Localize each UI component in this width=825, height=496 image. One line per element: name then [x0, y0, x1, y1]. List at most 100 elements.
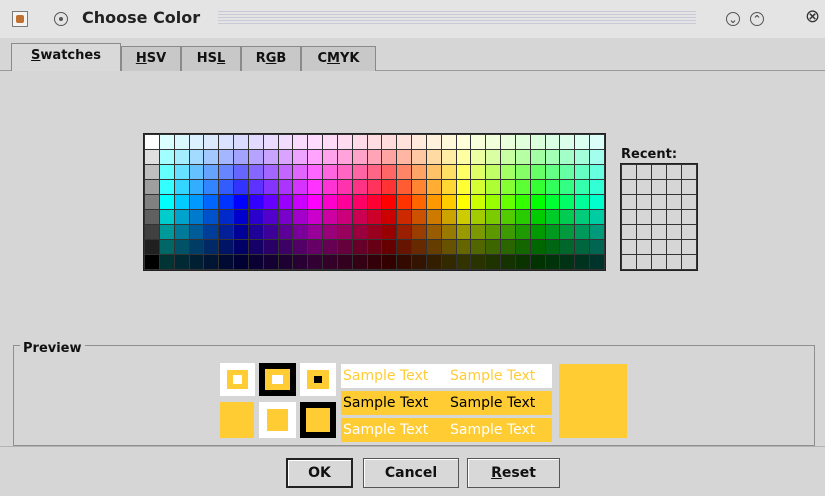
color-swatch[interactable]	[219, 240, 234, 254]
color-swatch[interactable]	[441, 195, 456, 209]
color-swatch[interactable]	[337, 195, 352, 209]
color-swatch[interactable]	[278, 195, 293, 209]
color-swatch[interactable]	[530, 225, 545, 239]
color-swatch[interactable]	[471, 240, 486, 254]
recent-swatch[interactable]	[682, 180, 696, 194]
color-swatch[interactable]	[575, 180, 590, 194]
color-swatch[interactable]	[367, 255, 382, 269]
color-swatch[interactable]	[159, 240, 174, 254]
color-swatch[interactable]	[189, 225, 204, 239]
color-swatch[interactable]	[367, 225, 382, 239]
color-swatch[interactable]	[382, 225, 397, 239]
java-app-icon[interactable]	[12, 11, 28, 27]
recent-swatch[interactable]	[637, 165, 651, 179]
recent-swatch[interactable]	[652, 225, 666, 239]
color-swatch[interactable]	[293, 150, 308, 164]
color-swatch[interactable]	[263, 180, 278, 194]
color-swatch[interactable]	[501, 165, 515, 179]
recent-swatch[interactable]	[652, 165, 666, 179]
recent-swatch[interactable]	[652, 255, 666, 269]
color-swatch[interactable]	[412, 180, 426, 194]
cancel-button[interactable]: Cancel	[363, 458, 459, 488]
recent-swatch[interactable]	[682, 165, 696, 179]
color-swatch[interactable]	[515, 255, 530, 269]
color-swatch[interactable]	[530, 210, 545, 224]
color-swatch[interactable]	[145, 135, 159, 149]
color-swatch[interactable]	[159, 150, 174, 164]
color-swatch[interactable]	[382, 180, 397, 194]
color-swatch[interactable]	[441, 240, 456, 254]
ok-button[interactable]: OK	[286, 458, 353, 488]
color-swatch[interactable]	[590, 225, 604, 239]
color-swatch[interactable]	[204, 210, 219, 224]
color-swatch[interactable]	[590, 210, 604, 224]
color-swatch[interactable]	[337, 180, 352, 194]
color-swatch[interactable]	[159, 195, 174, 209]
color-swatch[interactable]	[501, 150, 515, 164]
color-swatch[interactable]	[323, 225, 337, 239]
color-swatch[interactable]	[441, 180, 456, 194]
color-swatch[interactable]	[441, 210, 456, 224]
color-swatch[interactable]	[560, 135, 575, 149]
color-swatch[interactable]	[308, 180, 323, 194]
color-swatch[interactable]	[263, 210, 278, 224]
color-swatch[interactable]	[441, 150, 456, 164]
color-swatch[interactable]	[545, 135, 560, 149]
color-swatch[interactable]	[278, 225, 293, 239]
color-swatch[interactable]	[397, 240, 412, 254]
color-swatch[interactable]	[145, 210, 159, 224]
color-swatch[interactable]	[515, 165, 530, 179]
recent-swatch[interactable]	[652, 195, 666, 209]
color-swatch[interactable]	[412, 150, 426, 164]
recent-swatch[interactable]	[682, 195, 696, 209]
color-swatch[interactable]	[367, 210, 382, 224]
color-swatch[interactable]	[293, 210, 308, 224]
recent-swatch[interactable]	[637, 210, 651, 224]
color-swatch[interactable]	[501, 195, 515, 209]
recent-swatch[interactable]	[667, 225, 681, 239]
color-swatch[interactable]	[590, 180, 604, 194]
color-swatch[interactable]	[397, 165, 412, 179]
color-swatch[interactable]	[560, 180, 575, 194]
color-swatch[interactable]	[174, 150, 189, 164]
recent-swatch[interactable]	[667, 210, 681, 224]
color-swatch[interactable]	[189, 135, 204, 149]
color-swatch[interactable]	[278, 165, 293, 179]
color-swatch[interactable]	[560, 150, 575, 164]
color-swatch[interactable]	[515, 240, 530, 254]
color-swatch[interactable]	[367, 195, 382, 209]
color-swatch[interactable]	[456, 210, 471, 224]
color-swatch[interactable]	[412, 240, 426, 254]
color-swatch[interactable]	[545, 210, 560, 224]
color-swatch[interactable]	[441, 165, 456, 179]
color-swatch[interactable]	[575, 195, 590, 209]
color-swatch[interactable]	[145, 180, 159, 194]
color-swatch[interactable]	[515, 135, 530, 149]
color-swatch[interactable]	[189, 180, 204, 194]
color-swatch[interactable]	[234, 150, 248, 164]
recent-swatch[interactable]	[637, 225, 651, 239]
color-swatch[interactable]	[426, 225, 441, 239]
recent-swatch[interactable]	[652, 240, 666, 254]
color-swatch[interactable]	[204, 180, 219, 194]
color-swatch[interactable]	[382, 255, 397, 269]
color-swatch[interactable]	[204, 255, 219, 269]
color-swatch[interactable]	[352, 195, 367, 209]
color-swatch[interactable]	[323, 135, 337, 149]
color-swatch[interactable]	[471, 180, 486, 194]
recent-swatch[interactable]	[667, 180, 681, 194]
color-swatch[interactable]	[456, 255, 471, 269]
color-swatch[interactable]	[308, 240, 323, 254]
color-swatch[interactable]	[323, 180, 337, 194]
color-swatch[interactable]	[248, 180, 263, 194]
color-swatch[interactable]	[204, 165, 219, 179]
color-swatch[interactable]	[486, 210, 501, 224]
color-swatch[interactable]	[159, 180, 174, 194]
color-swatch[interactable]	[560, 165, 575, 179]
color-swatch[interactable]	[352, 210, 367, 224]
color-swatch[interactable]	[323, 150, 337, 164]
color-swatch[interactable]	[293, 180, 308, 194]
color-swatch[interactable]	[575, 210, 590, 224]
color-swatch[interactable]	[590, 195, 604, 209]
color-swatch[interactable]	[234, 240, 248, 254]
